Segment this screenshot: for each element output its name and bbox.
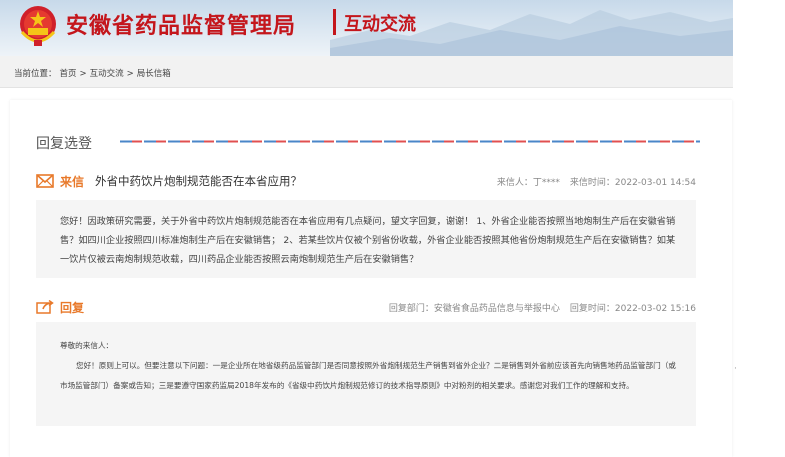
reply-header: 回复 回复部门：安徽省食品药品信息与举报中心 回复时间：2022-03-02 15… <box>36 300 696 316</box>
letter-header: 来信 外省中药饮片炮制规范能否在本省应用？ 来信人：丁**** 来信时间：2022… <box>36 174 696 190</box>
national-emblem-icon[interactable] <box>18 4 58 48</box>
breadcrumb: 当前位置： 首页 > 互动交流 > 局长信箱 <box>0 56 733 88</box>
letter-sender: 来信人：丁**** <box>496 178 560 188</box>
reply-greeting: 尊敬的来信人： <box>60 341 114 350</box>
reply-tag: 回复 <box>60 301 85 315</box>
breadcrumb-sep: > <box>79 69 87 79</box>
breadcrumb-interaction[interactable]: 互动交流 <box>90 69 124 79</box>
reply-meta: 回复部门：安徽省食品药品信息与举报中心 回复时间：2022-03-02 15:16 <box>379 301 696 314</box>
breadcrumb-director-mailbox[interactable]: 局长信箱 <box>137 69 171 79</box>
site-header: 安徽省药品监督管理局 互动交流 <box>0 0 733 56</box>
letter-tag: 来信 <box>60 175 85 189</box>
reply-arrow-icon <box>36 300 54 314</box>
site-name[interactable]: 安徽省药品监督管理局 <box>66 8 296 40</box>
letter-body: 您好！因政策研究需要，关于外省中药饮片炮制规范能否在本省应用有几点疑问，望文字回… <box>36 200 696 278</box>
envelope-icon <box>36 174 54 188</box>
section-name[interactable]: 互动交流 <box>344 10 416 36</box>
reply-department: 回复部门：安徽省食品药品信息与举报中心 <box>388 304 560 314</box>
breadcrumb-home[interactable]: 首页 <box>60 69 77 79</box>
title-dash-divider <box>120 140 700 143</box>
letter-meta: 来信人：丁**** 来信时间：2022-03-01 14:54 <box>487 175 696 188</box>
reply-time: 回复时间：2022-03-02 15:16 <box>569 304 696 314</box>
breadcrumb-sep: > <box>126 69 134 79</box>
reply-body-box: 尊敬的来信人： 您好！原则上可以。但要注意以下问题：一是企业所在地省级药品监管部… <box>36 322 696 426</box>
letter-time: 来信时间：2022-03-01 14:54 <box>569 178 696 188</box>
breadcrumb-prefix: 当前位置： <box>14 69 57 79</box>
page-title: 回复选登 <box>36 136 92 152</box>
scroll-marker: · <box>734 364 737 374</box>
title-divider <box>333 9 336 35</box>
letter-subject: 外省中药饮片炮制规范能否在本省应用？ <box>95 174 302 188</box>
reply-body: 您好！原则上可以。但要注意以下问题：一是企业所在地省级药品监管部门是否同意按照外… <box>60 361 676 390</box>
